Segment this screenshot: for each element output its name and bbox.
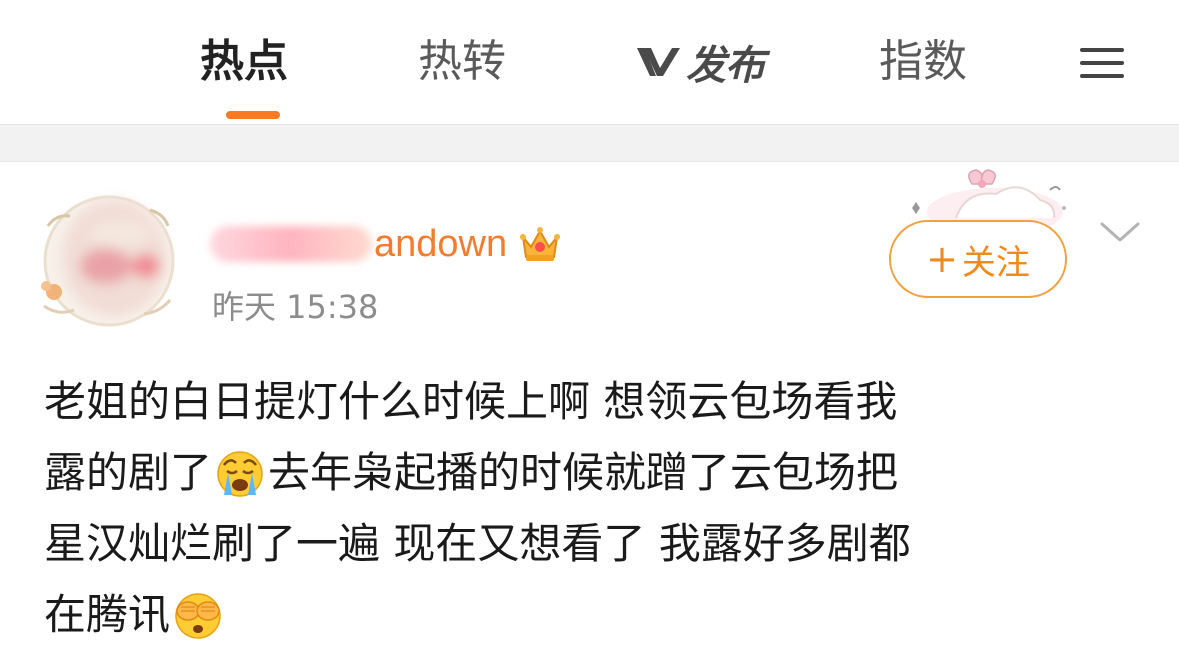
post-text: 老姐的白日提灯什么时候上啊 想领云包场看我 露的剧了 去年枭起播的时候就蹭了云包… xyxy=(44,366,1154,650)
crown-icon xyxy=(520,227,561,261)
chevron-down-icon[interactable] xyxy=(1098,218,1142,248)
hamburger-menu-icon[interactable] xyxy=(1080,44,1124,80)
top-tab-bar: 热点 热转 发布 指数 xyxy=(0,0,1179,124)
post-text-segment: 老姐的白日提灯什么时候上啊 想领云包场看我 xyxy=(44,377,898,426)
post-text-segment: 星汉灿烂刷了一遍 现在又想看了 我露好多剧都 xyxy=(44,519,911,568)
post-line: 在腾讯 xyxy=(44,579,1154,650)
post-line: 老姐的白日提灯什么时候上啊 想领云包场看我 xyxy=(44,366,1154,437)
post-text-segment: 露的剧了 xyxy=(44,448,213,497)
tab-index[interactable]: 指数 xyxy=(879,30,967,94)
v-publish-tab[interactable]: 发布 xyxy=(634,38,765,89)
face-covering-eyes-icon xyxy=(175,592,221,639)
plus-icon: + xyxy=(926,237,958,281)
tab-hot[interactable]: 热点 xyxy=(200,30,288,94)
author-name-blurred xyxy=(210,226,372,262)
tab-hot-repost[interactable]: 热转 xyxy=(418,30,506,94)
follow-button[interactable]: + 关注 xyxy=(889,220,1067,298)
avatar[interactable] xyxy=(34,186,184,336)
post-line: 露的剧了 去年枭起播的时候就蹭了云包场把 xyxy=(44,437,1154,508)
crying-face-icon xyxy=(217,450,263,497)
post-line: 星汉灿烂刷了一遍 现在又想看了 我露好多剧都 xyxy=(44,508,1154,579)
v-logo-icon xyxy=(637,48,680,76)
author-name[interactable]: andown xyxy=(210,216,563,272)
section-divider xyxy=(0,124,1179,162)
author-name-suffix: andown xyxy=(374,222,508,265)
post-text-segment: 去年枭起播的时候就蹭了云包场把 xyxy=(268,448,899,497)
weibo-hot-page: 热点 热转 发布 指数 andown 昨天 15:38 + 关注 老姐的白日提灯… xyxy=(0,0,1179,662)
post-timestamp: 昨天 15:38 xyxy=(212,288,379,326)
v-publish-label: 发布 xyxy=(686,43,765,89)
active-tab-indicator xyxy=(226,111,280,119)
post-text-segment: 在腾讯 xyxy=(44,590,171,639)
follow-label: 关注 xyxy=(961,242,1030,283)
